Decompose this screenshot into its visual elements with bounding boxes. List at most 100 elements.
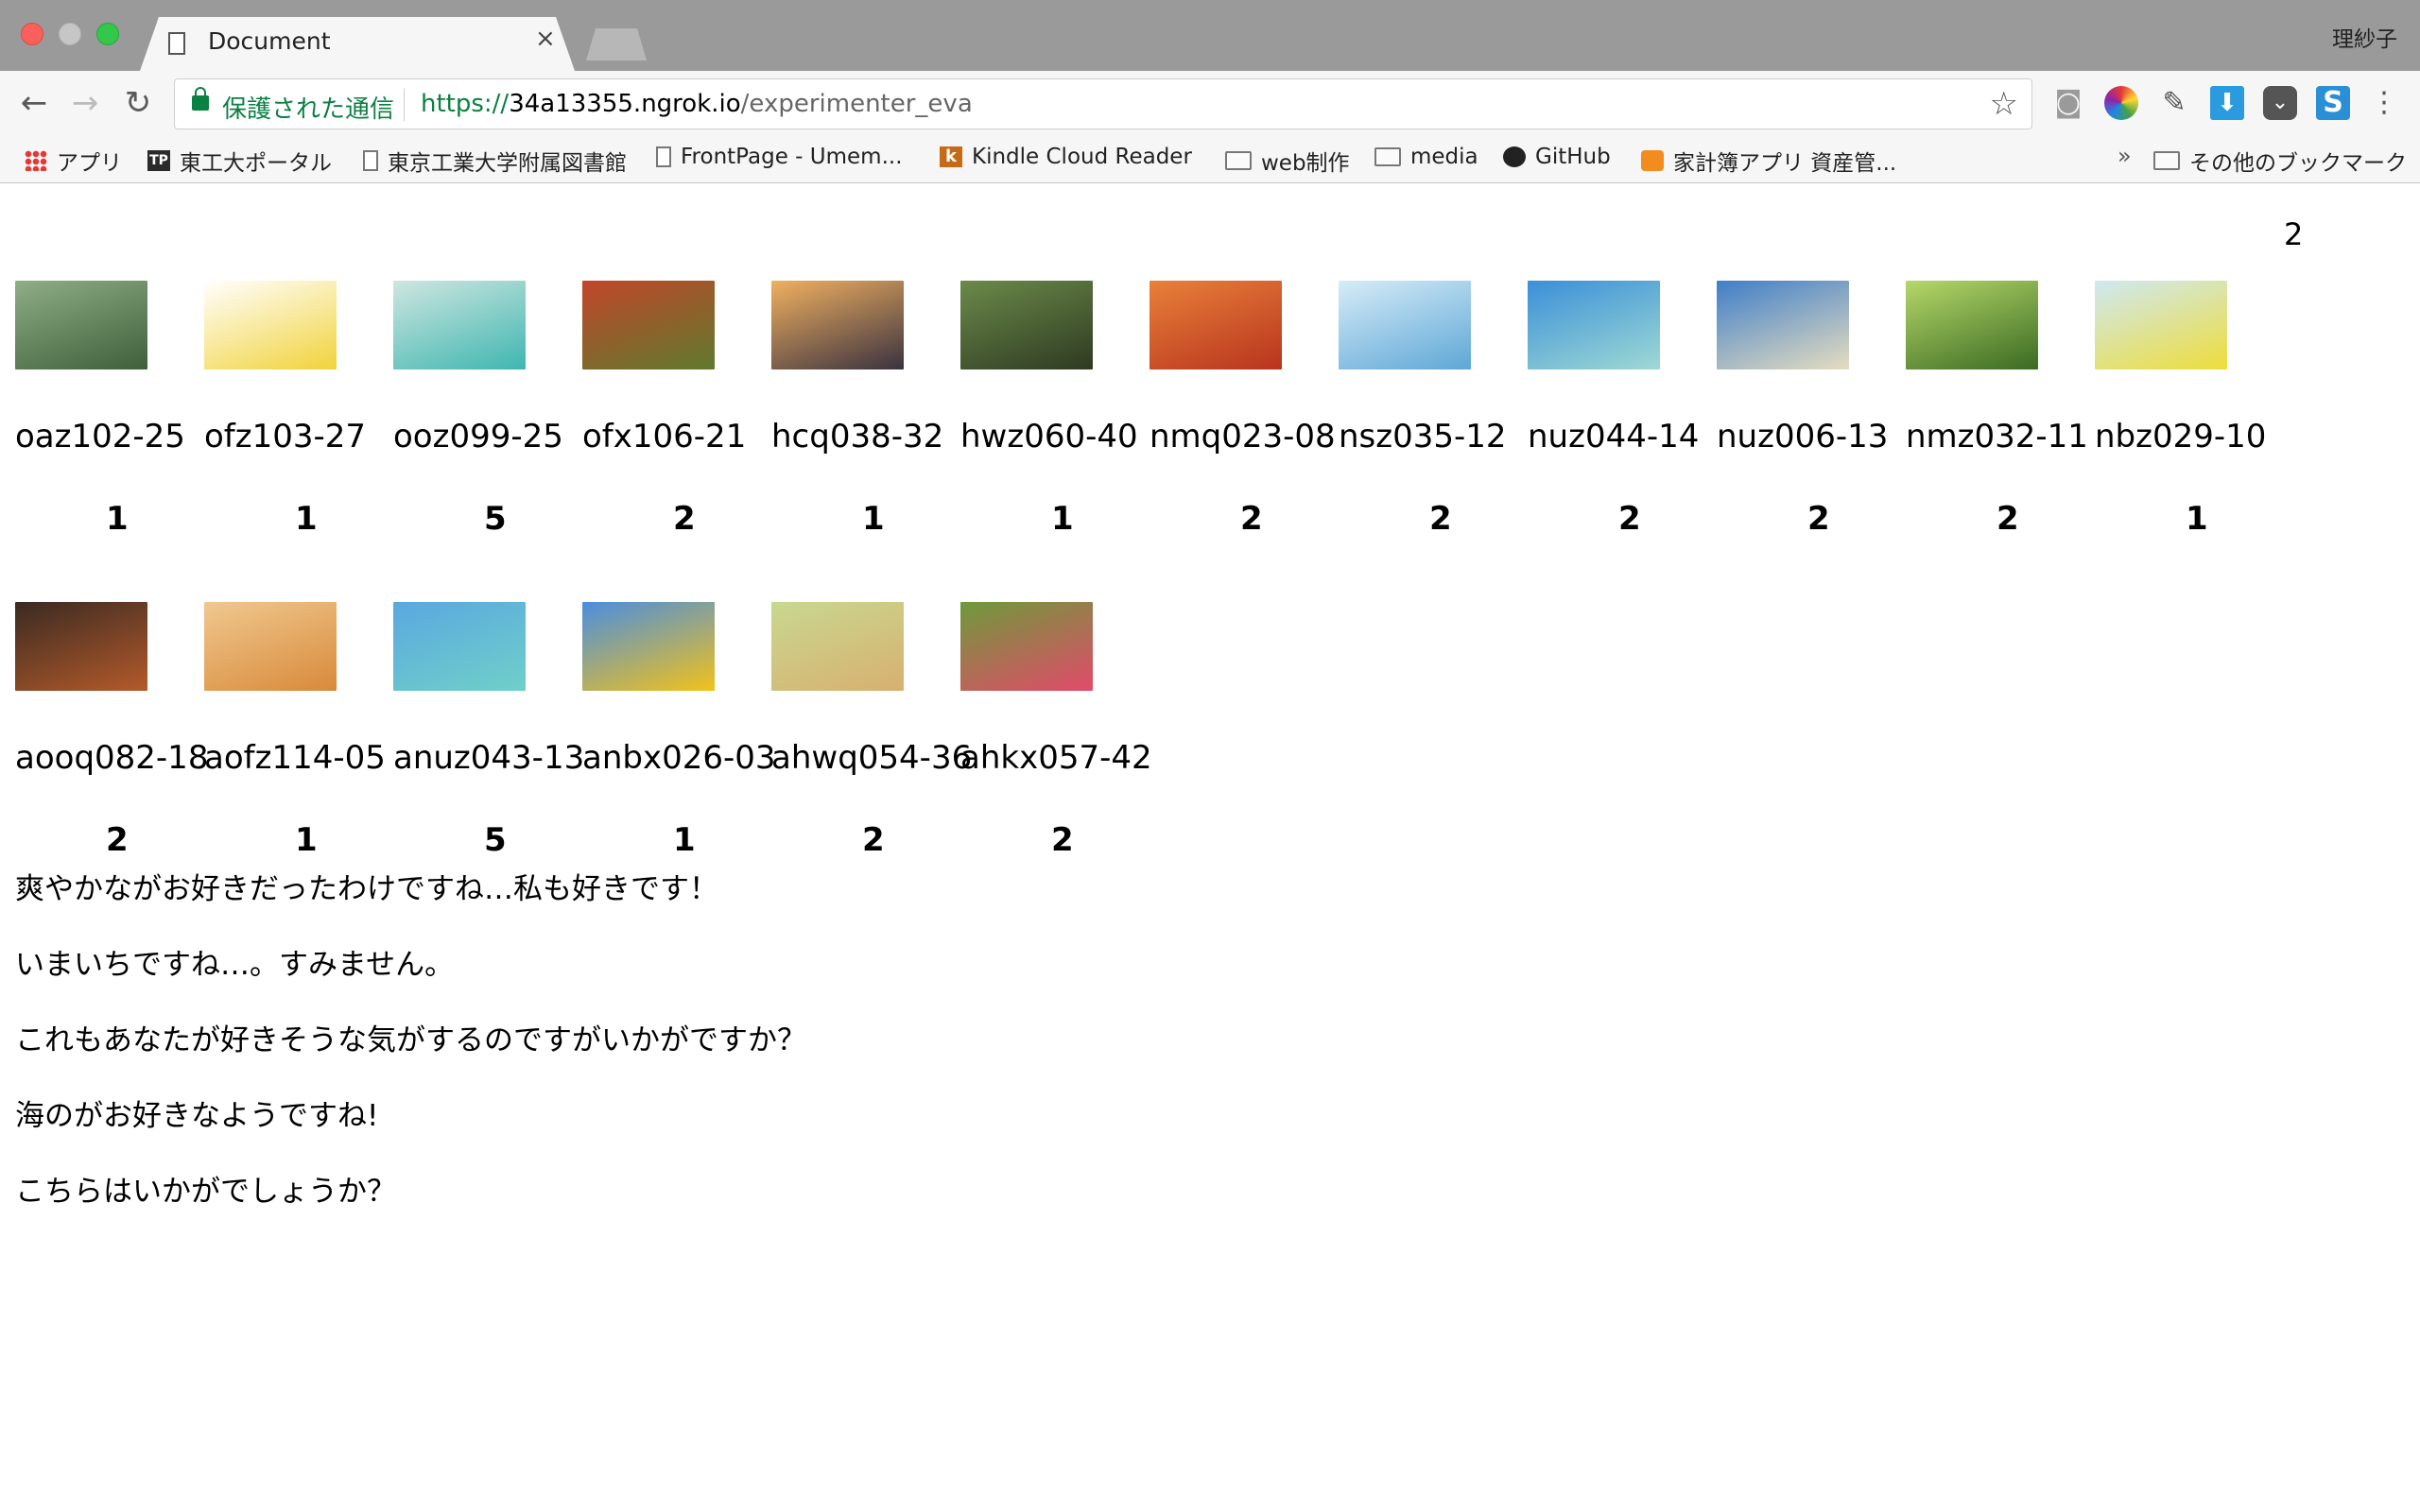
image-id-label: oaz102-25 — [15, 418, 185, 455]
smiling-girl-photo[interactable] — [960, 602, 1093, 691]
image-id-label: nuz044-14 — [1528, 418, 1700, 455]
profile-name[interactable]: 理紗子 — [2332, 21, 2397, 53]
bookmark-label: GitHub — [1535, 145, 1611, 169]
glass-wind-chimes-photo[interactable] — [393, 281, 526, 369]
bookmark-library[interactable]: 東京工業大学附属図書館 — [363, 145, 627, 177]
girl-garden-photo[interactable] — [960, 281, 1093, 369]
ocean-shore-photo[interactable] — [1528, 281, 1660, 369]
rating-value: 1 — [295, 821, 318, 859]
image-item: nmq023-08 2 — [1150, 281, 1339, 538]
bubbles-photo[interactable] — [15, 281, 147, 369]
bookmark-label: その他のブックマーク — [2189, 151, 2407, 176]
rapeseed-field-photo[interactable] — [2095, 281, 2227, 369]
camera-photo[interactable] — [15, 602, 147, 691]
image-id-label: nsz035-12 — [1339, 418, 1507, 455]
new-tab-button[interactable] — [586, 28, 647, 60]
image-id-label: nmq023-08 — [1150, 418, 1336, 455]
bookmark-frontpage[interactable]: FrontPage - Umem... — [656, 145, 903, 169]
rating-value: 1 — [295, 500, 318, 538]
address-bar[interactable]: 保護された通信 https://34a13355.ngrok.io/experi… — [174, 78, 2032, 129]
autumn-trees-photo[interactable] — [1150, 281, 1282, 369]
camera-icon[interactable]: ◙ — [2051, 86, 2085, 120]
image-id-label: nmz032-11 — [1906, 418, 2088, 455]
image-id-label: ofz103-27 — [204, 418, 367, 455]
image-item: hwz060-40 1 — [960, 281, 1150, 538]
folder-icon — [2153, 151, 2180, 170]
image-id-label: ooz099-25 — [393, 418, 563, 455]
beach-photo[interactable] — [1717, 281, 1849, 369]
bookmark-label: 東工大ポータル — [180, 151, 332, 176]
url-path: /experimenter_eva — [740, 90, 973, 118]
image-id-label: anuz043-13 — [393, 739, 585, 777]
bookmark-label: 東京工業大学附属図書館 — [388, 151, 627, 176]
bookmark-kindle[interactable]: k Kindle Cloud Reader — [940, 145, 1192, 169]
url-text[interactable]: https://34a13355.ngrok.io/experimenter_e… — [421, 90, 973, 118]
fruit-tart-photo[interactable] — [204, 602, 337, 691]
bookmark-label: アプリ — [57, 151, 122, 176]
apps-icon — [25, 150, 47, 171]
rating-value: 2 — [1429, 500, 1452, 538]
image-item: ahwq054-36 2 — [771, 602, 972, 859]
color-picker-icon[interactable] — [2104, 86, 2138, 120]
message-text: 海のがお好きなようですね! — [15, 1099, 379, 1133]
sky-sun-photo[interactable] — [1339, 281, 1471, 369]
sunset-couple-photo[interactable] — [771, 281, 904, 369]
rating-value: 1 — [673, 821, 696, 859]
page-icon — [656, 146, 671, 167]
vegetables-photo[interactable] — [582, 281, 715, 369]
bookmark-kakeibo[interactable]: 家計簿アプリ 資産管... — [1641, 145, 1896, 177]
green-forest-photo[interactable] — [1906, 281, 2038, 369]
message-text: いまいちですね…。すみません。 — [15, 948, 455, 982]
s-extension-icon[interactable]: S — [2316, 86, 2350, 120]
tab-close-icon[interactable]: × — [535, 26, 556, 51]
pocket-icon[interactable]: ⌄ — [2263, 86, 2297, 120]
rating-value: 2 — [1618, 500, 1641, 538]
bookmark-github[interactable]: GitHub — [1503, 145, 1611, 169]
image-id-label: nbz029-10 — [2095, 418, 2267, 455]
rating-value: 2 — [862, 821, 885, 859]
bookmarks-overflow-icon[interactable]: » — [2118, 143, 2132, 169]
image-id-label: hcq038-32 — [771, 418, 944, 455]
forward-icon[interactable]: → — [66, 84, 104, 122]
rating-value: 1 — [862, 500, 885, 538]
image-item: oaz102-25 1 — [15, 281, 204, 538]
tab-title: Document — [208, 27, 331, 55]
rating-value: 2 — [1240, 500, 1263, 538]
bookmark-other-folder[interactable]: その他のブックマーク — [2153, 145, 2407, 177]
eyedropper-icon[interactable]: ✎ — [2157, 86, 2191, 120]
maximize-window-button[interactable] — [96, 23, 119, 45]
bookmark-star-icon[interactable]: ☆ — [1990, 85, 2018, 123]
rating-value: 2 — [1996, 500, 2019, 538]
image-item: nsz035-12 2 — [1339, 281, 1528, 538]
image-item: ofx106-21 2 — [582, 281, 771, 538]
image-item: nmz032-11 2 — [1906, 281, 2095, 538]
lemons-photo[interactable] — [204, 281, 337, 369]
woman-hat-photo[interactable] — [771, 602, 904, 691]
minimize-window-button[interactable] — [59, 23, 81, 45]
image-item: ooz099-25 5 — [393, 281, 582, 538]
reload-icon[interactable]: ↻ — [119, 84, 157, 122]
rating-value: 2 — [106, 821, 129, 859]
tropical-beach-photo[interactable] — [393, 602, 526, 691]
rating-value: 5 — [484, 500, 507, 538]
bookmark-folder-web[interactable]: web制作 — [1225, 145, 1350, 177]
close-window-button[interactable] — [21, 23, 43, 45]
titech-portal-icon: TP — [147, 150, 170, 171]
tab-document[interactable]: Document × — [140, 17, 575, 71]
menu-icon[interactable]: ⋮ — [2367, 86, 2401, 120]
image-id-label: nuz006-13 — [1717, 418, 1889, 455]
bookmark-folder-media[interactable]: media — [1374, 145, 1478, 169]
image-item: ahkx057-42 2 — [960, 602, 1152, 859]
back-icon[interactable]: ← — [15, 84, 53, 122]
rating-value: 2 — [673, 500, 696, 538]
sunflower-photo[interactable] — [582, 602, 715, 691]
bookmark-apps[interactable]: アプリ — [25, 145, 122, 177]
message-text: これもあなたが好きそうな気がするのですがいかがですか？ — [15, 1023, 806, 1057]
rating-value: 2 — [1051, 821, 1074, 859]
page-icon — [168, 32, 185, 55]
divider — [404, 89, 405, 121]
bookmark-titech-portal[interactable]: TP 東工大ポータル — [147, 145, 332, 177]
secure-connection-label[interactable]: 保護された通信 — [222, 90, 394, 125]
bookmarks-bar: アプリ TP 東工大ポータル 東京工業大学附属図書館 FrontPage - U… — [0, 137, 2420, 183]
download-icon[interactable]: ⬇ — [2210, 86, 2244, 120]
